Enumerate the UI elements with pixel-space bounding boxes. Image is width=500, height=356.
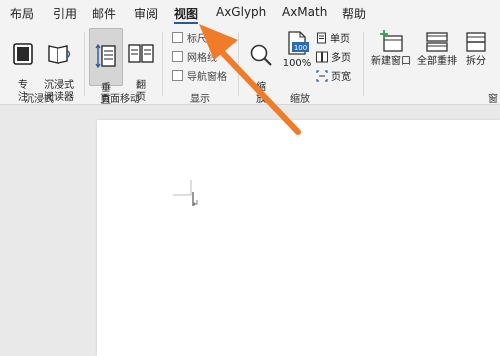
margin-corner-mark (173, 180, 192, 196)
zoom-100-label: 100% (282, 58, 312, 69)
group-separator (363, 32, 364, 96)
nav-pane-checkbox-box[interactable] (172, 70, 183, 81)
group-label-zoom: 缩放 (290, 94, 310, 105)
split-button[interactable]: 拆分 (462, 30, 490, 68)
group-separator (238, 32, 239, 96)
one-page-label: 单页 (330, 34, 350, 45)
magnifier-icon (250, 44, 272, 66)
ribbon-view: 专 注 沉浸式 阅读器 沉浸式 垂 直 翻 页 页面移动 标尺 网格线 导航窗格… (0, 26, 500, 106)
document-canvas (0, 105, 500, 356)
tab-mailings[interactable]: 邮件 (92, 5, 116, 22)
zoom-100-icon-text: 100 (294, 44, 307, 52)
page-width-label: 页宽 (331, 72, 351, 83)
tab-view[interactable]: 视图 (174, 5, 198, 22)
new-window-icon (380, 30, 403, 52)
zoom-100-button[interactable]: 100 100% (280, 30, 314, 70)
page-width-button[interactable]: 页宽 (316, 68, 351, 83)
immersive-reader-icon (48, 45, 71, 64)
group-separator (84, 32, 85, 96)
ruler-label: 标尺 (187, 34, 207, 45)
nav-pane-label: 导航窗格 (187, 72, 227, 83)
one-page-icon (317, 32, 326, 44)
ruler-checkbox-box[interactable] (172, 32, 183, 43)
nav-pane-checkbox[interactable]: 导航窗格 (172, 68, 227, 83)
tab-review[interactable]: 审阅 (134, 5, 158, 22)
group-label-page-movement: 页面移动 (100, 94, 140, 105)
multiple-pages-label: 多页 (331, 53, 351, 64)
multiple-pages-button[interactable]: 多页 (316, 49, 351, 64)
ribbon-tab-bar: 布局 引用 邮件 审阅 视图 AxGlyph AxMath 帮助 (0, 0, 500, 26)
ruler-checkbox[interactable]: 标尺 (172, 30, 207, 45)
vertical-scroll-icon (95, 43, 116, 69)
tab-axglyph[interactable]: AxGlyph (216, 5, 266, 19)
group-label-show: 显示 (190, 94, 210, 105)
group-separator (162, 32, 163, 96)
zoom-100-icon: 100 (288, 31, 309, 55)
gridlines-checkbox[interactable]: 网格线 (172, 49, 217, 64)
side-to-side-icon (128, 44, 154, 63)
vertical-button[interactable]: 垂 直 (89, 28, 123, 106)
page-width-icon (316, 70, 328, 82)
zoom-label: 缩 放 (256, 82, 266, 105)
tab-help[interactable]: 帮助 (342, 5, 366, 22)
active-tab-indicator (174, 22, 198, 24)
one-page-button[interactable]: 单页 (316, 30, 350, 45)
focus-icon (13, 43, 33, 65)
new-window-button[interactable]: 新建窗口 (369, 30, 413, 68)
split-icon (466, 32, 486, 52)
gridlines-checkbox-box[interactable] (172, 51, 183, 62)
gridlines-label: 网格线 (187, 53, 217, 64)
split-label: 拆分 (466, 56, 486, 67)
arrange-all-button[interactable]: 全部重排 (415, 30, 459, 68)
tab-layout[interactable]: 布局 (10, 5, 34, 22)
arrange-all-icon (426, 32, 448, 52)
paragraph-mark-icon (193, 200, 198, 206)
group-label-window: 窗 (488, 94, 498, 105)
new-window-label: 新建窗口 (371, 56, 411, 67)
document-page[interactable] (97, 120, 500, 356)
text-cursor-area (173, 180, 198, 206)
zoom-button[interactable]: 缩 放 (246, 30, 276, 106)
group-label-immersive: 沉浸式 (24, 94, 54, 105)
tab-axmath[interactable]: AxMath (282, 5, 327, 19)
arrange-all-label: 全部重排 (417, 56, 457, 67)
multiple-pages-icon (316, 51, 328, 63)
tab-references[interactable]: 引用 (53, 5, 77, 22)
